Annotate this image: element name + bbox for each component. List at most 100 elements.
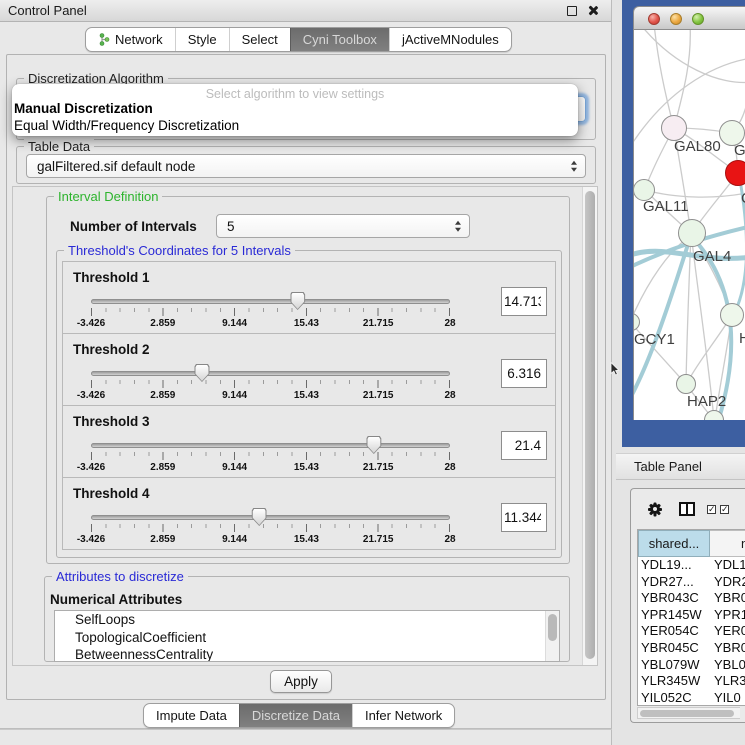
slider-track[interactable]	[91, 515, 450, 520]
slider-track[interactable]	[91, 299, 450, 304]
tick-label: 21.715	[363, 318, 394, 329]
threshold-row: Threshold 4 -3.426 2.859 9.144 15.43 21.…	[62, 477, 556, 550]
numerical-attributes-list[interactable]: SelfLoopsTopologicalCoefficientBetweenne…	[54, 610, 560, 662]
tab-label: Select	[242, 32, 278, 47]
threshold-row: Threshold 2 -3.426 2.859 9.144 15.43 21.…	[62, 333, 556, 406]
tick-label: 9.144	[222, 462, 247, 473]
network-window-titlebar[interactable]	[633, 6, 745, 30]
horizontal-scrollbar[interactable]	[637, 707, 740, 719]
slider-thumb[interactable]	[252, 508, 267, 526]
threshold-slider[interactable]: -3.426 2.859 9.144 15.43 21.715 28	[91, 443, 449, 477]
network-node[interactable]	[676, 374, 696, 394]
cell-shared-name: YBR043C	[638, 590, 710, 605]
column-header-shared-name[interactable]: shared...	[638, 530, 710, 557]
network-node-label: C	[741, 190, 745, 207]
network-icon	[98, 33, 110, 46]
table-row[interactable]: YLR345WYLR3	[638, 673, 745, 690]
cell-shared-name: YLR345W	[638, 673, 710, 688]
gear-icon[interactable]	[647, 501, 663, 517]
apply-button[interactable]: Apply	[270, 670, 332, 693]
cell-name: YBR0	[710, 590, 745, 605]
attribute-item[interactable]: BetweennessCentrality	[55, 646, 559, 662]
slider-thumb[interactable]	[194, 364, 209, 382]
attribute-item[interactable]: SelfLoops	[55, 611, 559, 629]
table-data-combobox[interactable]: galFiltered.sif default node	[26, 154, 586, 178]
threshold-value-field[interactable]	[501, 431, 547, 460]
network-node[interactable]	[678, 219, 706, 247]
number-of-intervals-value: 5	[227, 219, 235, 234]
threshold-value-field[interactable]	[501, 503, 547, 532]
table-row[interactable]: YBL079WYBL0	[638, 657, 745, 674]
table-data-value: galFiltered.sif default node	[37, 159, 195, 174]
tab[interactable]: Discretize Data	[239, 704, 352, 727]
slider-thumb[interactable]	[366, 436, 381, 454]
tab[interactable]: Style	[175, 28, 229, 51]
slider-track[interactable]	[91, 371, 450, 376]
table-row[interactable]: YPR145WYPR1	[638, 607, 745, 624]
threshold-value-field[interactable]	[501, 287, 547, 316]
close-icon[interactable]	[587, 5, 598, 16]
cell-name: YLR3	[710, 673, 745, 688]
table-panel-titlebar: Table Panel	[616, 453, 745, 480]
threshold-slider[interactable]: -3.426 2.859 9.144 15.43 21.715 28	[91, 371, 449, 405]
dropdown-options: Manual DiscretizationEqual Width/Frequen…	[12, 101, 578, 134]
column-header-name[interactable]: n	[710, 530, 745, 557]
network-node[interactable]	[725, 160, 745, 186]
dropdown-option[interactable]: Equal Width/Frequency Discretization	[12, 118, 578, 135]
cell-name: YDR2	[710, 574, 745, 589]
slider-thumb[interactable]	[290, 292, 305, 310]
cell-name: YDL1	[710, 557, 745, 572]
threshold-label: Threshold 1	[73, 270, 150, 285]
tick-label: 21.715	[363, 534, 394, 545]
tab-label: Impute Data	[156, 708, 227, 723]
algorithm-dropdown-popup: Select algorithm to view settings Manual…	[12, 84, 578, 136]
tick-label: 21.715	[363, 390, 394, 401]
list-scrollbar-thumb[interactable]	[548, 614, 557, 641]
checkbox-checked-icon[interactable]: ✓	[720, 505, 729, 514]
table-row[interactable]: YDR27...YDR2	[638, 574, 745, 591]
threshold-slider[interactable]: -3.426 2.859 9.144 15.43 21.715 28	[91, 299, 449, 333]
tick-label: 2.859	[150, 390, 175, 401]
node-table: shared... n YDL19...YDL1 YDR27...YDR2 YB…	[637, 529, 745, 706]
tick-label: 9.144	[222, 534, 247, 545]
zoom-traffic-light-icon[interactable]	[692, 13, 704, 25]
network-node-label: GAL4	[693, 248, 731, 265]
dropdown-option[interactable]: Manual Discretization	[12, 101, 578, 118]
tab[interactable]: jActiveMNodules	[389, 28, 511, 51]
number-of-intervals-combobox[interactable]: 5	[216, 214, 470, 238]
bottom-tabs: Impute Data Discretize Data Infer Networ…	[143, 703, 455, 728]
float-window-icon[interactable]	[567, 6, 577, 16]
number-of-intervals-label: Number of Intervals	[70, 219, 197, 234]
tick-label: 28	[444, 318, 455, 329]
table-row[interactable]: YIL052CYIL0	[638, 690, 745, 706]
network-view-frame: GAL80GACGAL11GAL4HGCY1HAP2	[622, 0, 745, 447]
scrollbar-thumb[interactable]	[640, 710, 734, 717]
table-row[interactable]: YER054CYER0	[638, 623, 745, 640]
minimize-traffic-light-icon[interactable]	[670, 13, 682, 25]
list-scrollbar[interactable]	[545, 611, 559, 661]
table-row[interactable]: YDL19...YDL1	[638, 557, 745, 574]
threshold-slider[interactable]: -3.426 2.859 9.144 15.43 21.715 28	[91, 515, 449, 549]
vertical-scrollbar[interactable]	[582, 187, 597, 665]
table-row[interactable]: YBR045CYBR0	[638, 640, 745, 657]
close-traffic-light-icon[interactable]	[648, 13, 660, 25]
slider-tick-labels: -3.426 2.859 9.144 15.43 21.715 28	[91, 462, 450, 474]
network-canvas[interactable]: GAL80GACGAL11GAL4HGCY1HAP2	[633, 30, 745, 420]
tab[interactable]: Network	[86, 28, 175, 51]
network-node[interactable]	[720, 303, 744, 327]
tab[interactable]: Cyni Toolbox	[290, 28, 389, 51]
attribute-item[interactable]: TopologicalCoefficient	[55, 629, 559, 647]
slider-ticks	[91, 308, 450, 316]
app-root: Control Panel Network Style Selec	[0, 0, 745, 745]
tick-label: 9.144	[222, 318, 247, 329]
checkbox-checked-icon[interactable]: ✓	[707, 505, 716, 514]
slider-track[interactable]	[91, 443, 450, 448]
threshold-value-field[interactable]	[501, 359, 547, 388]
table-row[interactable]: YBR043CYBR0	[638, 590, 745, 607]
split-columns-icon[interactable]	[679, 502, 695, 516]
tab[interactable]: Select	[229, 28, 290, 51]
tab[interactable]: Infer Network	[352, 704, 454, 727]
scrollbar-thumb[interactable]	[585, 191, 595, 659]
tab[interactable]: Impute Data	[144, 704, 239, 727]
tab-label: jActiveMNodules	[402, 32, 499, 47]
